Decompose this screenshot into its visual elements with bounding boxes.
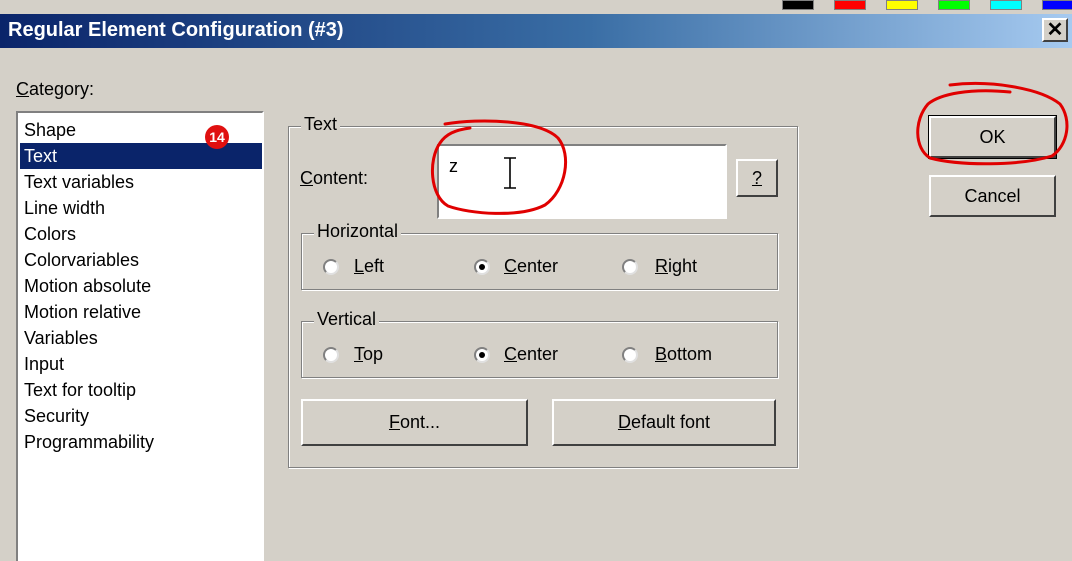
category-item-motion-absolute[interactable]: Motion absolute bbox=[24, 273, 151, 299]
category-item-colorvariables[interactable]: Colorvariables bbox=[24, 247, 139, 273]
content-label-mnemonic: C bbox=[300, 168, 313, 188]
category-item-input[interactable]: Input bbox=[24, 351, 64, 377]
vertical-center-label[interactable]: Center bbox=[504, 344, 558, 365]
horizontal-left-mnemonic: L bbox=[354, 256, 365, 276]
category-label-rest: ategory: bbox=[29, 79, 95, 99]
vertical-bottom-radio[interactable] bbox=[622, 347, 638, 363]
category-label: Category: bbox=[16, 79, 94, 100]
color-palette-strip bbox=[0, 0, 1072, 14]
vertical-bottom-rest: ottom bbox=[667, 344, 713, 364]
radio-selected-dot bbox=[479, 264, 485, 270]
palette-swatch-blue[interactable] bbox=[1042, 0, 1072, 10]
category-list[interactable]: Shape Text Text variables Line width Col… bbox=[16, 111, 264, 561]
content-label: Content: bbox=[300, 168, 368, 189]
palette-swatch-black[interactable] bbox=[782, 0, 814, 10]
category-item-motion-relative[interactable]: Motion relative bbox=[24, 299, 141, 325]
horizontal-center-label[interactable]: Center bbox=[504, 256, 558, 277]
horizontal-right-rest: ight bbox=[668, 256, 698, 276]
horizontal-right-mnemonic: R bbox=[655, 256, 668, 276]
radio-selected-dot bbox=[479, 352, 485, 358]
category-item-programmability[interactable]: Programmability bbox=[24, 429, 154, 455]
cancel-button-label: Cancel bbox=[964, 186, 1021, 206]
category-item-text-variables[interactable]: Text variables bbox=[24, 169, 134, 195]
font-button[interactable]: Font... bbox=[301, 399, 528, 446]
help-button[interactable]: ? bbox=[736, 159, 778, 197]
horizontal-left-radio[interactable] bbox=[323, 259, 339, 275]
category-item-text[interactable]: Text bbox=[20, 143, 262, 169]
close-icon: ✕ bbox=[1046, 19, 1064, 41]
vertical-center-rest: enter bbox=[517, 344, 559, 364]
cancel-button[interactable]: Cancel bbox=[929, 175, 1056, 217]
vertical-center-radio[interactable] bbox=[474, 347, 490, 363]
horizontal-center-radio[interactable] bbox=[474, 259, 490, 275]
category-item-variables[interactable]: Variables bbox=[24, 325, 98, 351]
vertical-top-mnemonic: T bbox=[354, 344, 363, 364]
palette-swatch-green[interactable] bbox=[938, 0, 970, 10]
ok-button[interactable]: OK bbox=[928, 115, 1057, 159]
vertical-top-rest: op bbox=[363, 344, 384, 364]
horizontal-center-mnemonic: C bbox=[504, 256, 517, 276]
horizontal-left-label[interactable]: Left bbox=[354, 256, 384, 277]
category-item-colors[interactable]: Colors bbox=[24, 221, 76, 247]
horizontal-center-rest: enter bbox=[517, 256, 559, 276]
window-title: Regular Element Configuration (#3) bbox=[8, 19, 344, 41]
vertical-bottom-mnemonic: B bbox=[655, 344, 668, 364]
text-cursor-icon bbox=[504, 157, 516, 189]
category-item-shape[interactable]: Shape bbox=[24, 117, 76, 143]
vertical-center-mnemonic: C bbox=[504, 344, 517, 364]
default-font-button[interactable]: Default font bbox=[552, 399, 776, 446]
horizontal-left-rest: eft bbox=[364, 256, 385, 276]
horizontal-right-label[interactable]: Right bbox=[655, 256, 697, 277]
category-label-mnemonic: C bbox=[16, 79, 29, 99]
vertical-top-radio[interactable] bbox=[323, 347, 339, 363]
palette-swatch-yellow[interactable] bbox=[886, 0, 918, 10]
content-input[interactable]: z bbox=[437, 144, 727, 219]
default-font-rest: efault font bbox=[630, 412, 711, 432]
help-button-label: ? bbox=[751, 168, 762, 188]
ok-button-label: OK bbox=[979, 127, 1006, 147]
vertical-legend: Vertical bbox=[314, 309, 380, 330]
horizontal-right-radio[interactable] bbox=[622, 259, 638, 275]
vertical-top-label[interactable]: Top bbox=[354, 344, 383, 365]
font-button-mnemonic: F bbox=[388, 412, 400, 432]
default-font-mnemonic: D bbox=[617, 412, 631, 432]
close-button[interactable]: ✕ bbox=[1042, 18, 1068, 42]
text-group-legend: Text bbox=[301, 114, 341, 135]
content-value: z bbox=[449, 156, 458, 176]
content-label-rest: ontent: bbox=[313, 168, 369, 188]
palette-swatch-cyan[interactable] bbox=[990, 0, 1022, 10]
step-number-badge: 14 bbox=[205, 125, 229, 149]
font-button-rest: ont... bbox=[399, 412, 441, 432]
palette-swatch-red[interactable] bbox=[834, 0, 866, 10]
category-item-line-width[interactable]: Line width bbox=[24, 195, 105, 221]
title-bar: Regular Element Configuration (#3) ✕ bbox=[0, 14, 1072, 48]
horizontal-legend: Horizontal bbox=[314, 221, 402, 242]
category-item-text-for-tooltip[interactable]: Text for tooltip bbox=[24, 377, 136, 403]
category-item-security[interactable]: Security bbox=[24, 403, 89, 429]
vertical-bottom-label[interactable]: Bottom bbox=[655, 344, 712, 365]
